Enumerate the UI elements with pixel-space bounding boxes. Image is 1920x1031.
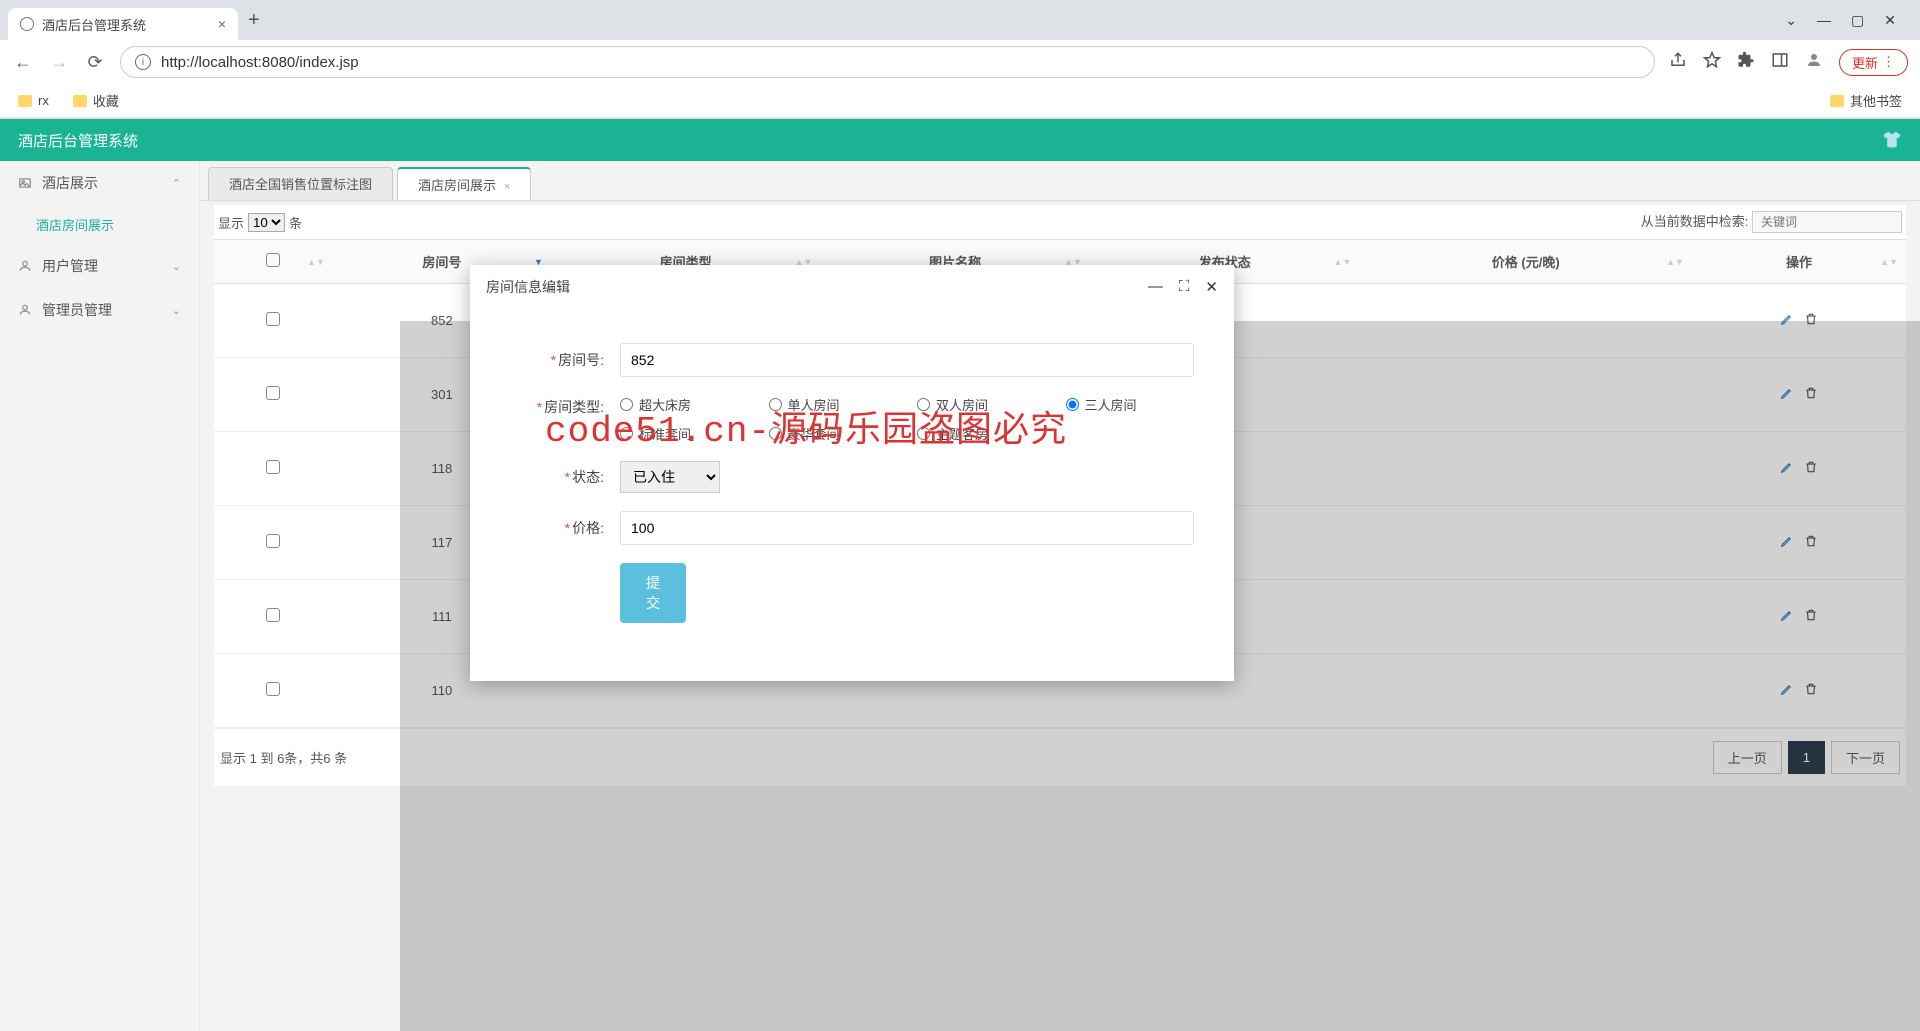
radio-input[interactable] [917,398,930,411]
row-checkbox[interactable] [266,312,280,326]
search-label: 从当前数据中检索: [1641,214,1749,229]
room-type-option[interactable]: 双人房间 [917,395,1046,414]
table-info: 显示 1 到 6条，共6 条 [220,748,347,767]
minimize-icon[interactable]: — [1817,12,1831,29]
tab-room-display[interactable]: 酒店房间展示× [397,167,531,200]
close-window-icon[interactable]: ✕ [1884,12,1896,29]
site-info-icon[interactable]: i [135,54,151,70]
col-price[interactable]: 价格 (元/晚)▲▼ [1359,240,1691,284]
modal-close-icon[interactable]: ✕ [1205,278,1218,296]
room-type-option[interactable]: 三人房间 [1066,395,1195,414]
side-panel-icon[interactable] [1771,51,1789,74]
modal-title: 房间信息编辑 [486,277,570,297]
sidebar-item-user-mgmt[interactable]: 用户管理 ⌄ [0,244,199,288]
row-checkbox[interactable] [266,460,280,474]
chevron-down-icon: ⌄ [172,304,181,317]
status-label: *状态: [510,467,620,487]
extension-icon[interactable] [1737,51,1755,74]
price-input[interactable] [620,511,1194,545]
modal-maximize-icon[interactable]: ⛶ [1179,278,1190,296]
modal-header: 房间信息编辑 — ⛶ ✕ [470,265,1234,309]
room-type-option[interactable]: 超大床房 [620,395,749,414]
room-edit-modal: 房间信息编辑 — ⛶ ✕ *房间号: *房间类型: 超大床房 单人房间双人房间 三人… [470,265,1234,681]
back-button[interactable]: ← [12,52,34,73]
datatable-top: 显示 10 条 从当前数据中检索: [214,205,1906,239]
row-checkbox[interactable] [266,386,280,400]
submit-button[interactable]: 提交 [620,563,686,623]
close-tab-icon[interactable]: × [218,16,226,32]
share-icon[interactable] [1669,51,1687,74]
radio-input[interactable] [769,427,782,440]
profile-icon[interactable] [1805,51,1823,74]
bookmarks-bar: rx 收藏 其他书签 [0,84,1920,118]
room-type-radios: 超大床房 单人房间双人房间 三人房间标准套间 豪华套间主题客房 [620,395,1194,443]
user-icon [18,303,32,317]
room-type-label: *房间类型: [510,395,620,417]
row-checkbox[interactable] [266,682,280,696]
content-tabs: 酒店全国销售位置标注图 酒店房间展示× [200,161,1920,201]
window-controls: ⌄ — ▢ ✕ [1785,12,1912,29]
checkbox-all[interactable] [266,253,280,267]
chevron-down-icon[interactable]: ⌄ [1785,12,1797,29]
chevron-down-icon: ⌄ [172,260,181,273]
search-input[interactable] [1752,211,1902,233]
toolbar-icons: 更新⋮ [1669,49,1908,76]
chevron-up-icon: ⌃ [172,177,181,190]
browser-tab-bar: 酒店后台管理系统 × + ⌄ — ▢ ✕ [0,0,1920,40]
tab-sales-map[interactable]: 酒店全国销售位置标注图 [208,167,393,200]
room-type-option[interactable]: 标准套间 [620,424,749,443]
modal-body: *房间号: *房间类型: 超大床房 单人房间双人房间 三人房间标准套间 豪华套间主题客… [470,309,1234,681]
col-actions[interactable]: 操作▲▼ [1692,240,1906,284]
update-button[interactable]: 更新⋮ [1839,49,1908,76]
url-text: http://localhost:8080/index.jsp [161,54,359,71]
price-label: *价格: [510,518,620,538]
modal-minimize-icon[interactable]: — [1148,278,1163,296]
row-checkbox[interactable] [266,608,280,622]
bookmark-favorites[interactable]: 收藏 [73,91,119,110]
folder-icon [73,95,87,107]
browser-tab-title: 酒店后台管理系统 [42,15,146,34]
folder-icon [18,95,32,107]
browser-tab[interactable]: 酒店后台管理系统 × [8,8,238,40]
reload-button[interactable]: ⟳ [84,52,106,73]
sidebar: 酒店展示 ⌃ 酒店房间展示 用户管理 ⌄ 管理员管理 ⌄ [0,161,200,1031]
radio-input[interactable] [620,398,633,411]
room-type-option[interactable]: 主题客房 [917,424,1046,443]
image-icon [18,176,32,190]
sidebar-sub-room-display[interactable]: 酒店房间展示 [0,205,199,244]
sidebar-item-hotel-display[interactable]: 酒店展示 ⌃ [0,161,199,205]
room-type-option[interactable]: 豪华套间 [769,424,898,443]
status-select[interactable]: 已入住 [620,461,720,493]
url-input[interactable]: i http://localhost:8080/index.jsp [120,46,1655,78]
theme-icon[interactable]: 👕 [1882,130,1902,150]
radio-input[interactable] [620,427,633,440]
bookmark-rx[interactable]: rx [18,93,49,108]
forward-button[interactable]: → [48,52,70,73]
user-icon [18,259,32,273]
address-bar: ← → ⟳ i http://localhost:8080/index.jsp … [0,40,1920,84]
row-checkbox[interactable] [266,534,280,548]
globe-icon [20,17,34,31]
room-type-option[interactable]: 单人房间 [769,395,898,414]
app-title: 酒店后台管理系统 [18,130,138,151]
sidebar-item-admin-mgmt[interactable]: 管理员管理 ⌄ [0,288,199,332]
radio-input[interactable] [1066,398,1079,411]
bookmark-other[interactable]: 其他书签 [1830,91,1902,110]
new-tab-button[interactable]: + [248,9,260,32]
app-header: 酒店后台管理系统 👕 [0,119,1920,161]
star-icon[interactable] [1703,51,1721,74]
room-no-label: *房间号: [510,350,620,370]
folder-icon [1830,95,1844,107]
room-no-input[interactable] [620,343,1194,377]
radio-input[interactable] [769,398,782,411]
col-checkbox[interactable]: ▲▼ [214,240,333,284]
browser-chrome: 酒店后台管理系统 × + ⌄ — ▢ ✕ ← → ⟳ i http://loca… [0,0,1920,119]
close-tab-icon[interactable]: × [504,181,510,193]
radio-input[interactable] [917,427,930,440]
page-size-select[interactable]: 10 [248,213,285,232]
maximize-icon[interactable]: ▢ [1851,12,1864,29]
